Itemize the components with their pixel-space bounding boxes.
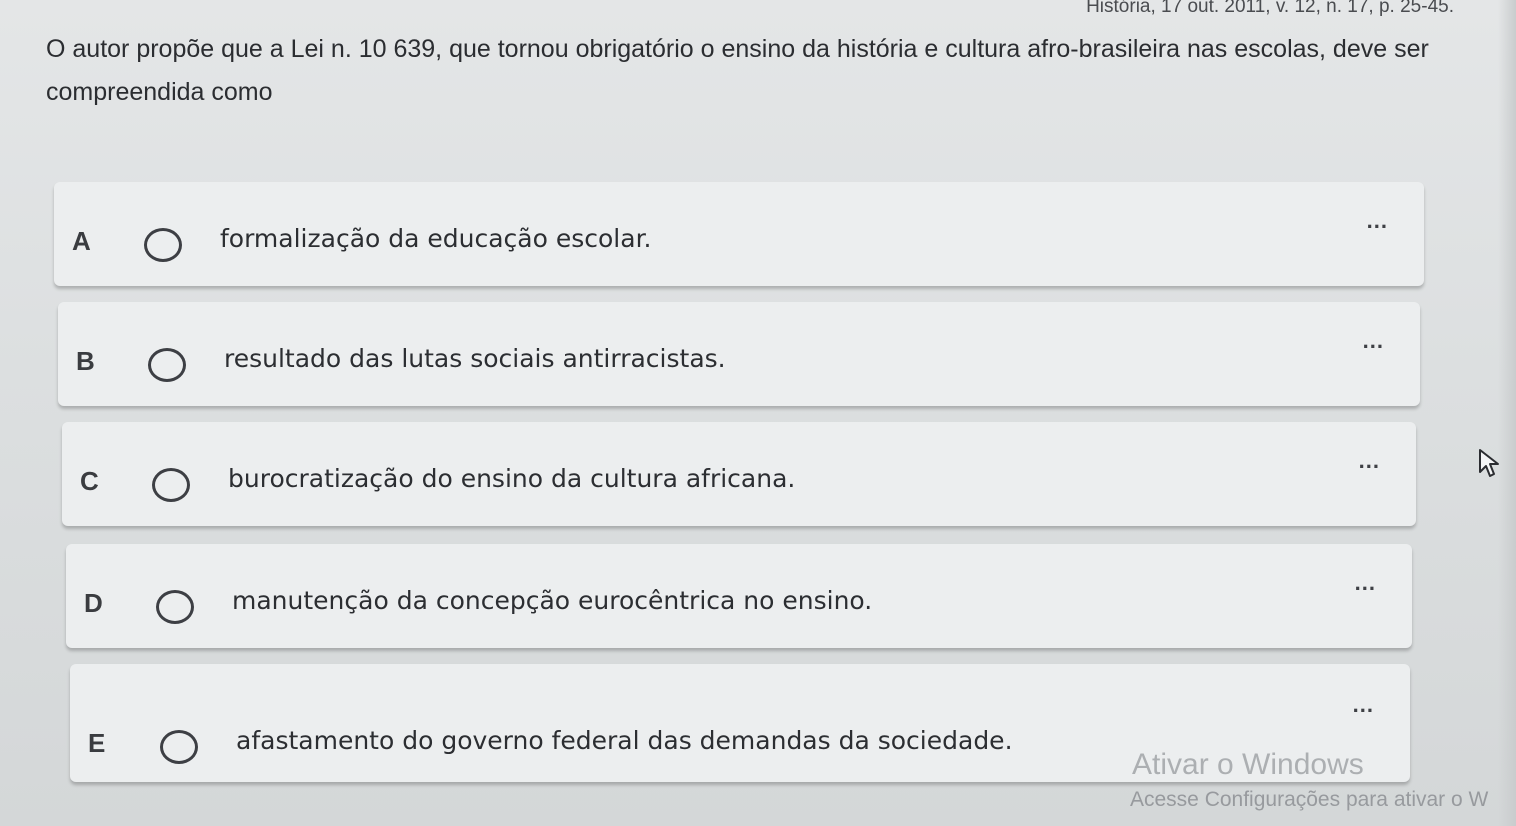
option-text: burocratização do ensino da cultura afri… — [228, 464, 796, 493]
option-letter: E — [88, 728, 106, 758]
windows-activation-title: Ativar o Windows — [1132, 748, 1364, 781]
more-options-icon[interactable]: ... — [1363, 328, 1384, 354]
more-options-icon[interactable]: ... — [1355, 570, 1376, 596]
more-options-icon[interactable]: ... — [1353, 692, 1374, 718]
question-text: O autor propõe que a Lei n. 10 639, que … — [46, 35, 1429, 106]
source-citation: História, 17 out. 2011, v. 12, n. 17, p.… — [1086, 0, 1454, 17]
option-text: resultado das lutas sociais antirracista… — [224, 344, 726, 373]
option-a[interactable]: A formalização da educação escolar. ... — [54, 182, 1424, 286]
option-letter: B — [76, 346, 95, 376]
radio-button[interactable] — [144, 228, 182, 262]
option-letter: D — [84, 588, 103, 618]
option-d[interactable]: D manutenção da concepção eurocêntrica n… — [66, 544, 1412, 648]
window-edge — [1498, 0, 1516, 826]
windows-activation-subtitle: Acesse Configurações para ativar o W — [1130, 788, 1489, 811]
radio-button[interactable] — [160, 730, 198, 764]
option-text: formalização da educação escolar. — [220, 224, 652, 253]
radio-button[interactable] — [152, 468, 190, 502]
option-text: manutenção da concepção eurocêntrica no … — [232, 586, 873, 615]
radio-button[interactable] — [148, 348, 186, 382]
radio-button[interactable] — [156, 590, 194, 624]
option-c[interactable]: C burocratização do ensino da cultura af… — [62, 422, 1416, 526]
option-letter: C — [80, 466, 99, 496]
more-options-icon[interactable]: ... — [1359, 448, 1380, 474]
option-b[interactable]: B resultado das lutas sociais antirracis… — [58, 302, 1420, 406]
option-letter: A — [72, 226, 91, 256]
option-text: afastamento do governo federal das deman… — [236, 726, 1013, 755]
more-options-icon[interactable]: ... — [1367, 208, 1388, 234]
